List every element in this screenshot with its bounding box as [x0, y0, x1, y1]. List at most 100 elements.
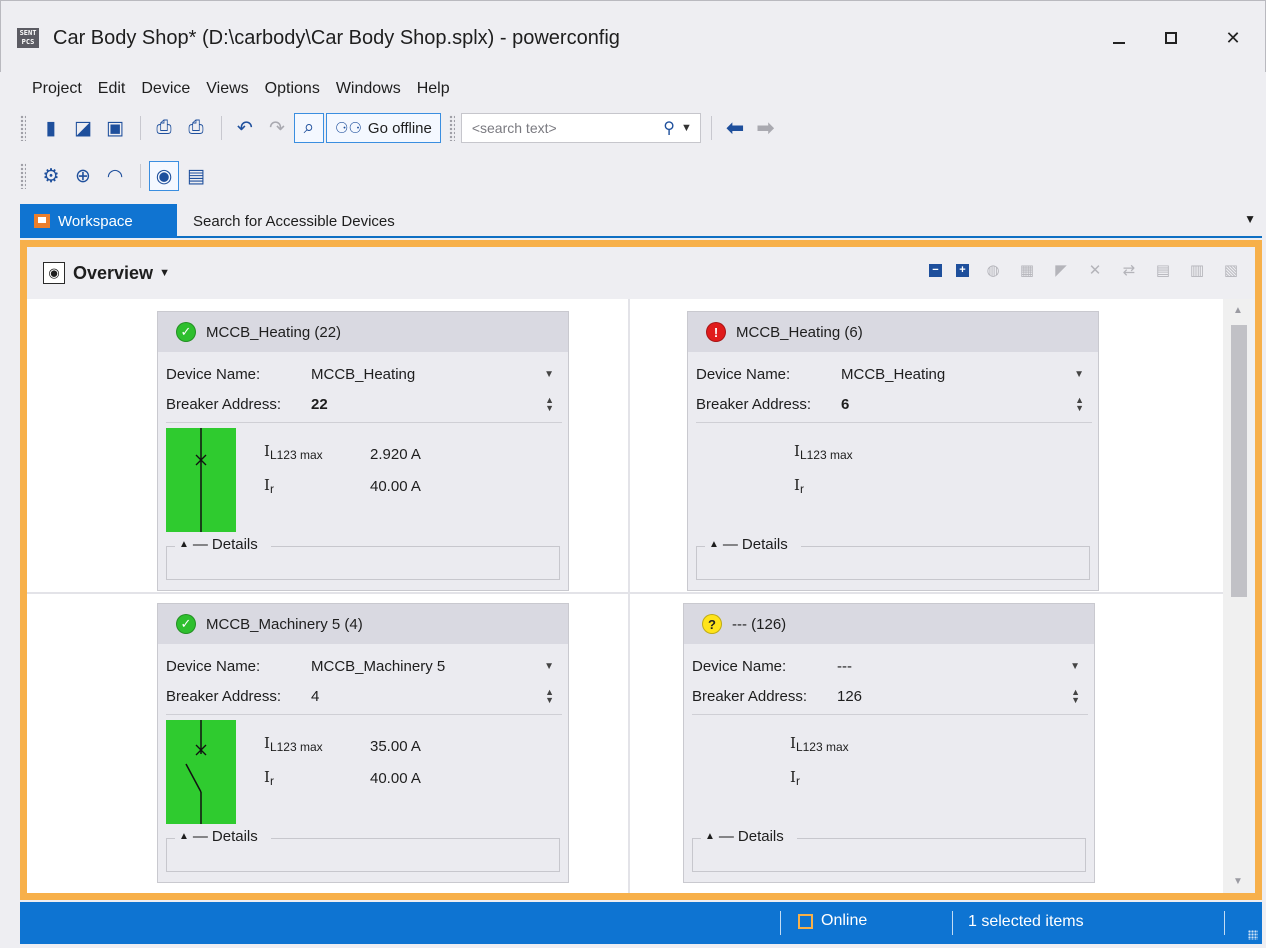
- delete-device-icon[interactable]: ✕: [1085, 261, 1105, 279]
- paste-icon[interactable]: ▥: [1187, 261, 1207, 279]
- toolbar-grip[interactable]: [20, 115, 26, 141]
- device-name-value[interactable]: MCCB_Machinery 5: [311, 658, 445, 675]
- close-button[interactable]: ✕: [1213, 23, 1253, 53]
- menu-device[interactable]: Device: [141, 80, 190, 98]
- status-separator: [780, 911, 781, 935]
- breaker-address-value[interactable]: 6: [841, 396, 849, 413]
- status-separator: [1224, 911, 1225, 935]
- details-toggle[interactable]: ▲ — Details: [705, 536, 792, 553]
- collapse-all-icon[interactable]: −: [929, 263, 942, 277]
- device-name-row: Device Name: MCCB_Heating ▼: [166, 362, 558, 386]
- eye-icon: ◉: [155, 165, 173, 187]
- device-name-dropdown-icon[interactable]: ▼: [544, 661, 554, 672]
- minimize-icon: [1113, 42, 1125, 44]
- messages-button[interactable]: ▤: [181, 161, 211, 191]
- breaker-address-value[interactable]: 4: [311, 688, 319, 705]
- menu-windows[interactable]: Windows: [336, 80, 401, 98]
- card-title: MCCB_Heating (22): [206, 323, 342, 341]
- search-icon[interactable]: ⚲: [663, 118, 675, 138]
- toolbar-grip[interactable]: [448, 115, 455, 141]
- current-setting-label: Ir: [264, 476, 274, 496]
- breaker-address-spinner-icon[interactable]: ▲ ▼: [545, 688, 554, 705]
- breaker-address-spinner-icon[interactable]: ▲ ▼: [1071, 688, 1080, 705]
- tab-list-dropdown-icon[interactable]: ▼: [1244, 212, 1256, 226]
- current-max-label: IL123 max: [264, 442, 323, 462]
- undo-button[interactable]: ↶: [230, 113, 260, 143]
- toolbar-grip[interactable]: [20, 163, 26, 189]
- menu-help[interactable]: Help: [417, 80, 450, 98]
- search-devices-button[interactable]: ⌕: [294, 113, 324, 143]
- move-device-icon[interactable]: ◤: [1051, 261, 1071, 279]
- menu-edit[interactable]: Edit: [98, 80, 126, 98]
- details-toggle[interactable]: ▲ — Details: [175, 536, 262, 553]
- navigate-forward-icon[interactable]: ➡: [756, 115, 774, 141]
- main-toolbar: ▮ ◪ ▣ ⎙ ⎙ ↶ ↷ ⌕ ⚆⚆ Go offline ⚲ ▼ ⬅ ➡: [0, 110, 1266, 146]
- menu-options[interactable]: Options: [265, 80, 320, 98]
- go-offline-button[interactable]: ⚆⚆ Go offline: [326, 113, 441, 143]
- navigate-back-icon[interactable]: ⬅: [726, 115, 744, 141]
- transfer-icon[interactable]: ⇄: [1119, 261, 1139, 279]
- view-toolbar: ⚙ ⊕ ◠ ◉ ▤: [0, 158, 1266, 194]
- glasses-icon: ⚆⚆: [335, 120, 362, 137]
- redo-icon: ↷: [269, 117, 285, 139]
- breaker-address-value[interactable]: 126: [837, 688, 862, 705]
- device-card[interactable]: ✓ MCCB_Heating (22) Device Name: MCCB_He…: [157, 311, 569, 591]
- device-name-label: Device Name:: [166, 365, 261, 383]
- network-button[interactable]: ⊕: [68, 161, 98, 191]
- menu-project[interactable]: Project: [32, 80, 82, 98]
- expand-triangle-icon: ▲: [705, 831, 715, 842]
- details-toggle[interactable]: ▲ — Details: [701, 828, 788, 845]
- vertical-scrollbar[interactable]: ▲ ▼: [1223, 299, 1255, 893]
- scroll-down-icon[interactable]: ▼: [1233, 876, 1243, 887]
- tab-search-devices[interactable]: Search for Accessible Devices: [177, 204, 477, 238]
- expand-all-icon[interactable]: +: [956, 263, 969, 277]
- search-input[interactable]: [471, 120, 664, 136]
- remove-icon[interactable]: ▧: [1221, 261, 1241, 279]
- copy-icon[interactable]: ▤: [1153, 261, 1173, 279]
- device-settings-button[interactable]: ⚙: [36, 161, 66, 191]
- device-name-value[interactable]: ---: [837, 658, 852, 675]
- device-name-value[interactable]: MCCB_Heating: [311, 366, 415, 383]
- window-title: Car Body Shop* (D:\carbody\Car Body Shop…: [53, 27, 620, 49]
- save-project-button[interactable]: ▣: [100, 113, 130, 143]
- device-name-value[interactable]: MCCB_Heating: [841, 366, 945, 383]
- new-device-icon[interactable]: ▦: [1017, 261, 1037, 279]
- current-max-label: IL123 max: [790, 734, 849, 754]
- print-preview-button[interactable]: ⎙: [149, 113, 179, 143]
- redo-button[interactable]: ↷: [262, 113, 292, 143]
- grid-divider-horizontal: [27, 592, 1223, 594]
- details-section: ▲ — Details: [692, 828, 1086, 872]
- scrollbar-thumb[interactable]: [1231, 325, 1247, 597]
- device-card[interactable]: ? --- (126) Device Name: --- ▼ Breaker A…: [683, 603, 1095, 883]
- gauge-view-button[interactable]: ◠: [100, 161, 130, 191]
- current-setting-value: 40.00 A: [370, 770, 421, 787]
- device-card[interactable]: ✓ MCCB_Machinery 5 (4) Device Name: MCCB…: [157, 603, 569, 883]
- card-title: MCCB_Heating (6): [736, 323, 863, 341]
- menu-views[interactable]: Views: [206, 80, 248, 98]
- resize-grip-icon[interactable]: [1248, 930, 1258, 940]
- breaker-address-spinner-icon[interactable]: ▲ ▼: [545, 396, 554, 413]
- breaker-address-spinner-icon[interactable]: ▲ ▼: [1075, 396, 1084, 413]
- toolbar-separator: [221, 116, 222, 140]
- maximize-button[interactable]: [1151, 23, 1191, 53]
- device-name-dropdown-icon[interactable]: ▼: [1070, 661, 1080, 672]
- overview-dropdown-icon[interactable]: ▼: [159, 267, 170, 279]
- new-project-button[interactable]: ▮: [36, 113, 66, 143]
- overview-toggle-button[interactable]: ◉: [149, 161, 179, 191]
- details-toggle[interactable]: ▲ — Details: [175, 828, 262, 845]
- device-card[interactable]: ! MCCB_Heating (6) Device Name: MCCB_Hea…: [687, 311, 1099, 591]
- device-name-dropdown-icon[interactable]: ▼: [544, 369, 554, 380]
- status-unknown-icon: ?: [702, 614, 722, 634]
- device-name-dropdown-icon[interactable]: ▼: [1074, 369, 1084, 380]
- search-options-dropdown-icon[interactable]: ▼: [681, 122, 692, 134]
- globe-icon: ⊕: [75, 165, 91, 187]
- open-project-button[interactable]: ◪: [68, 113, 98, 143]
- breaker-address-value[interactable]: 22: [311, 396, 328, 413]
- scroll-up-icon[interactable]: ▲: [1233, 305, 1243, 316]
- minimize-button[interactable]: [1099, 23, 1139, 53]
- signal-icon[interactable]: ◍: [983, 261, 1003, 279]
- tab-workspace[interactable]: Workspace: [20, 204, 177, 238]
- overview-title[interactable]: Overview: [73, 263, 153, 284]
- print-button[interactable]: ⎙: [181, 113, 211, 143]
- device-name-row: Device Name: --- ▼: [692, 654, 1084, 678]
